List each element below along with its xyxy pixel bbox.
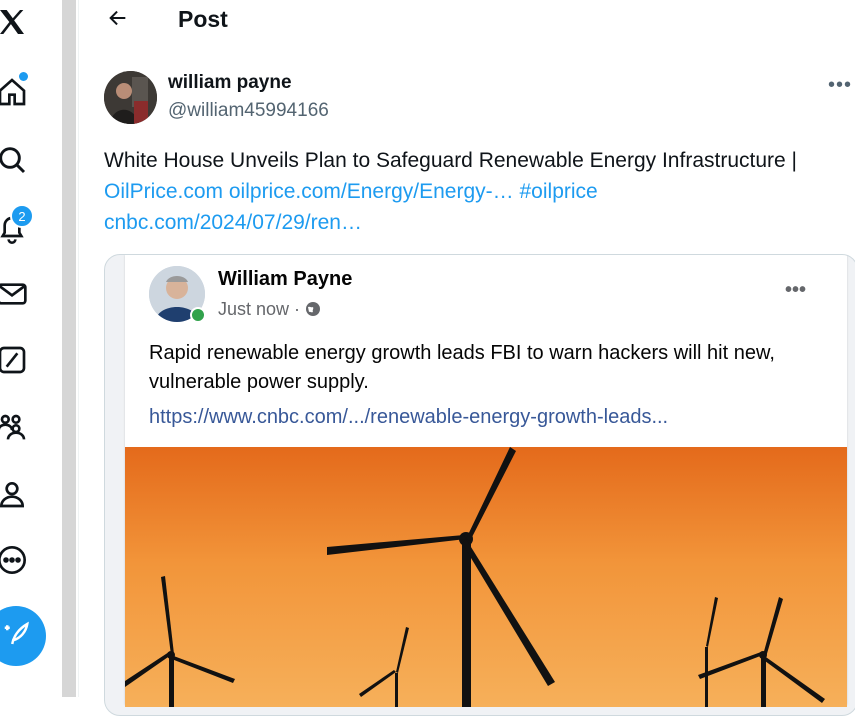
globe-icon (305, 299, 321, 319)
embed-timestamp: Just now · (218, 299, 321, 320)
more-options-icon[interactable]: ••• (828, 74, 852, 97)
author-avatar[interactable] (104, 71, 157, 124)
scrollbar-track[interactable] (62, 0, 76, 697)
page-title: Post (178, 6, 228, 32)
embed-author-name: William Payne (218, 268, 353, 290)
cnbc-article-link[interactable]: cnbc.com/2024/07/29/ren… (104, 211, 362, 234)
x-logo-icon[interactable] (0, 4, 30, 40)
author-handle[interactable]: @william45994166 (168, 100, 329, 122)
notifications-badge: 2 (10, 204, 34, 228)
grok-icon[interactable] (0, 342, 30, 378)
profile-icon[interactable] (0, 476, 30, 512)
online-status-dot (190, 307, 206, 323)
oilprice-hashtag-link[interactable]: #oilprice (520, 180, 598, 203)
column-divider (78, 0, 79, 697)
embed-link: https://www.cnbc.com/.../renewable-energ… (149, 406, 669, 428)
tweet-body: White House Unveils Plan to Safeguard Re… (104, 149, 786, 172)
embedded-facebook-post: William Payne Just now · ••• Rapid renew… (125, 255, 847, 707)
wind-turbines-photo (125, 447, 847, 707)
oilprice-mention-link[interactable]: OilPrice.com (104, 180, 223, 203)
left-navigation: 2 (0, 0, 60, 697)
communities-icon[interactable] (0, 408, 30, 444)
compose-post-icon (1, 619, 31, 654)
embed-more-icon: ••• (785, 279, 807, 301)
explore-icon[interactable] (0, 142, 30, 178)
tweet-text: White House Unveils Plan to Safeguard Re… (104, 145, 854, 238)
home-unread-dot (19, 72, 28, 81)
author-name[interactable]: william payne (168, 72, 292, 94)
messages-icon[interactable] (0, 276, 30, 312)
back-button[interactable] (104, 6, 132, 34)
embed-text: Rapid renewable energy growth leads FBI … (149, 342, 775, 393)
more-icon[interactable] (0, 542, 30, 578)
back-arrow-icon (107, 7, 129, 34)
tweet-media-image[interactable]: William Payne Just now · ••• Rapid renew… (104, 254, 855, 716)
compose-post-button[interactable] (0, 606, 46, 666)
oilprice-article-link[interactable]: oilprice.com/Energy/Energy-… (229, 180, 514, 203)
tweet-separator: | (791, 149, 798, 172)
